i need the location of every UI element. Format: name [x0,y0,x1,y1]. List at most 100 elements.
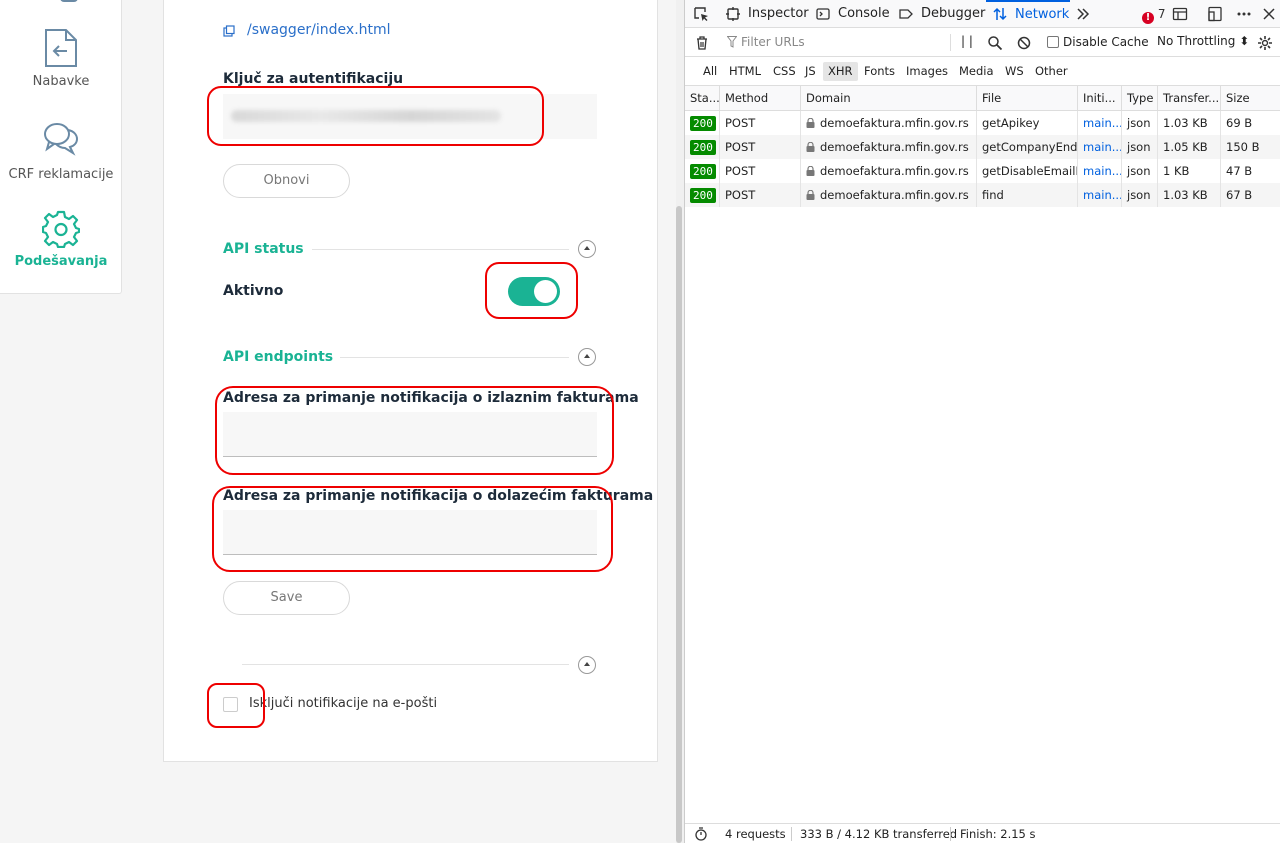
trash-icon[interactable] [694,35,710,51]
request-size: 150 B [1226,140,1260,154]
request-initiator[interactable]: main... [1078,183,1122,207]
element-picker-icon[interactable] [693,6,709,22]
filter-html[interactable]: HTML [724,62,766,81]
request-type: json [1122,135,1158,159]
request-transferred: 1.05 KB [1158,135,1221,159]
sidebar-item-podesavanja[interactable]: Podešavanja [0,210,122,269]
request-file: find [977,183,1078,207]
search-icon[interactable] [987,35,1003,51]
more-options-icon[interactable] [1236,6,1252,22]
section-divider [312,249,569,250]
gear-icon [42,210,80,248]
block-requests-icon[interactable] [1016,35,1032,51]
chat-bubbles-icon [44,123,79,156]
collapse-notifications-icon[interactable] [578,656,596,674]
api-endpoints-title: API endpoints [223,349,334,365]
disable-email-notifications-label: Isključi notifikacije na e-pošti [249,696,438,711]
request-row[interactable]: 200 POST demoefaktura.mfin.gov.rs getCom… [685,135,1280,159]
sidebar: Nabavke CRF reklamacije Podešavanja [0,0,122,294]
section-divider [340,357,569,358]
outgoing-invoice-url-input[interactable] [223,412,597,457]
filter-media[interactable]: Media [954,62,999,81]
save-button[interactable]: Save [223,581,350,615]
sidebar-item-nabavke[interactable]: Nabavke [0,28,122,89]
filter-js[interactable]: JS [800,62,821,81]
error-icon: ! [1142,12,1154,24]
section-divider [242,664,569,665]
filter-ws[interactable]: WS [1000,62,1029,81]
tab-debugger[interactable]: Debugger [899,0,985,28]
request-initiator[interactable]: main... [1078,135,1122,159]
page-scrollbar-thumb[interactable] [676,206,682,843]
status-badge: 200 [690,188,716,203]
disable-email-notifications-checkbox[interactable] [223,697,238,712]
active-label: Aktivno [223,283,284,299]
request-type: json [1122,183,1158,207]
collapse-api-endpoints-icon[interactable] [578,348,596,366]
column-method[interactable]: Method [720,86,801,111]
more-tabs-chevron-icon[interactable] [1075,6,1091,22]
incoming-invoice-url-input[interactable] [223,510,597,555]
file-arrow-left-icon [45,29,77,67]
network-settings-gear-icon[interactable] [1257,35,1273,51]
request-transferred: 1 KB [1158,159,1221,183]
column-domain[interactable]: Domain [801,86,977,111]
status-separator [950,827,951,841]
column-file[interactable]: File [977,86,1078,111]
status-separator [791,827,792,841]
api-status-title: API status [223,241,304,257]
column-status[interactable]: Sta... [685,86,720,111]
request-method: POST [720,183,801,207]
split-console-icon[interactable] [1172,6,1188,22]
request-transferred: 1.03 KB [1158,183,1221,207]
column-size[interactable]: Size [1221,86,1280,111]
refresh-key-button[interactable]: Obnovi [223,164,350,198]
auth-key-blurred-value [231,110,501,122]
filter-xhr[interactable]: XHR [823,62,858,81]
request-method: POST [720,111,801,135]
network-status-bar: 4 requests 333 B / 4.12 KB transferred F… [685,823,1280,843]
request-domain: demoefaktura.mfin.gov.rs [801,135,977,159]
request-domain: demoefaktura.mfin.gov.rs [801,159,977,183]
toggle-knob [534,280,557,303]
sidebar-item-label: Podešavanja [14,254,108,269]
active-toggle[interactable] [508,277,560,306]
disable-cache-checkbox[interactable]: Disable Cache [1047,35,1149,49]
request-row[interactable]: 200 POST demoefaktura.mfin.gov.rs find m… [685,183,1280,207]
filter-fonts[interactable]: Fonts [859,62,900,81]
tab-inspector[interactable]: Inspector [726,0,809,28]
network-arrows-icon [993,7,1007,21]
column-initiator[interactable]: Initi... [1078,86,1122,111]
dock-side-icon[interactable] [1207,6,1223,22]
request-initiator[interactable]: main... [1078,111,1122,135]
filter-other[interactable]: Other [1030,62,1073,81]
inspector-icon [726,7,740,21]
collapse-api-status-icon[interactable] [578,240,596,258]
filter-css[interactable]: CSS [768,62,801,81]
close-devtools-icon[interactable] [1261,6,1277,22]
auth-key-label: Ključ za autentifikaciju [223,71,404,87]
throttling-select[interactable]: No Throttling ⬍ [1157,34,1249,48]
error-count-badge[interactable]: ! 7 [1142,0,1165,28]
filter-images[interactable]: Images [901,62,953,81]
tab-console[interactable]: Console [816,0,890,28]
stopwatch-icon[interactable] [694,827,708,841]
filter-all[interactable]: All [698,62,722,81]
request-count: 4 requests [725,827,786,841]
filter-urls-input[interactable]: Filter URLs [723,34,951,51]
column-transferred[interactable]: Transfer... [1158,86,1221,111]
request-size: 69 B [1226,116,1253,130]
incoming-invoice-url-label: Adresa za primanje notifikacija o dolaze… [223,488,654,504]
request-row[interactable]: 200 POST demoefaktura.mfin.gov.rs getApi… [685,111,1280,135]
request-row[interactable]: 200 POST demoefaktura.mfin.gov.rs getDis… [685,159,1280,183]
sidebar-item-crf-reklamacije[interactable]: CRF reklamacije [0,121,122,182]
finish-time: Finish: 2.15 s [960,827,1036,841]
auth-key-field[interactable] [223,94,597,139]
console-icon [816,8,830,20]
outgoing-invoice-url-label: Adresa za primanje notifikacija o izlazn… [223,390,639,406]
column-type[interactable]: Type [1122,86,1158,111]
pause-button[interactable]: | | [961,34,973,48]
request-initiator[interactable]: main... [1078,159,1122,183]
tab-network[interactable]: Network [986,0,1070,28]
request-domain: demoefaktura.mfin.gov.rs [801,111,977,135]
